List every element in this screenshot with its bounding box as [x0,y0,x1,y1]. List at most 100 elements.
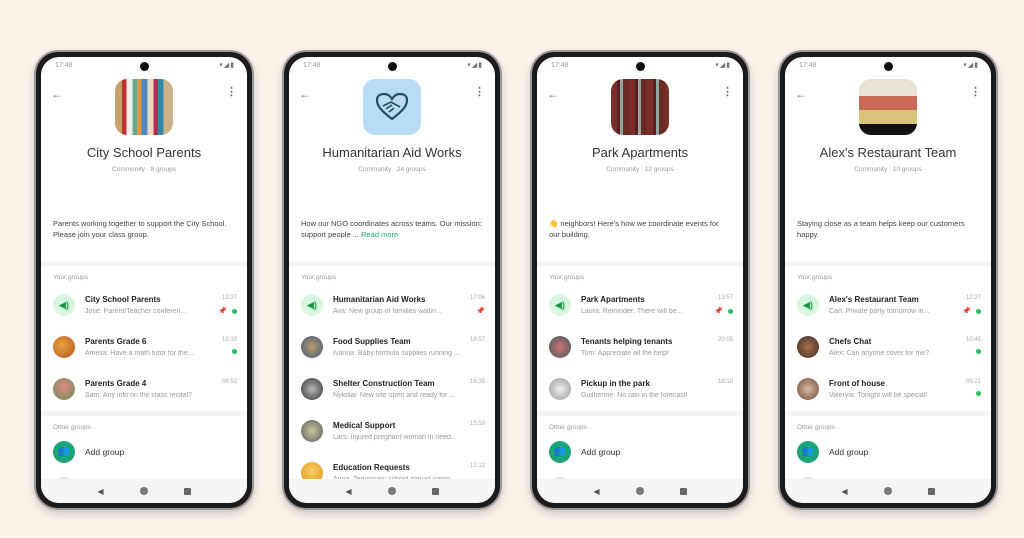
community-subtitle: Community · 8 groups [112,166,176,173]
heart-handshake-icon [375,92,409,121]
phone-alexs-restaurant-team: 17:48 ▾◢▮ ← ⋮ Alex's Restaurant Team Com… [780,52,996,508]
nav-home-icon[interactable] [635,487,644,495]
group-row[interactable]: Shelter Construction Team Nykolai: New s… [289,369,495,411]
add-group-icon: 👥 [549,441,571,463]
add-group-button[interactable]: 👥 Add group [41,435,247,471]
community-header: ← ⋮ City School Parents Community · 8 gr… [41,79,247,219]
community-description: Parents working together to support the … [41,219,247,261]
community-title: Alex's Restaurant Team [819,145,957,160]
status-time: 17:48 [551,62,569,69]
community-photo[interactable] [363,79,421,135]
group-avatar [797,336,819,358]
group-avatar [549,336,571,358]
announcement-icon: ◀) [549,294,571,316]
nav-back-icon[interactable]: ◀ [593,487,599,496]
android-nav-bar: ◀ [289,479,495,503]
community-title: Humanitarian Aid Works [322,145,462,160]
nav-recents-icon[interactable] [431,487,439,495]
nav-home-icon[interactable] [883,487,892,495]
unread-dot [232,308,237,314]
status-bar: 17:48 ▾◢▮ [41,57,247,73]
community-subtitle: Community · 12 groups [606,166,674,173]
group-row[interactable]: Front of house Valeryia: Tonight will be… [785,369,991,411]
camera-cutout [387,62,397,71]
back-arrow-icon[interactable]: ← [795,87,807,101]
group-last-message: Valeryia: Tonight will be special! [829,392,928,399]
more-options-icon[interactable]: ⋮ [226,85,237,98]
group-last-message: José: Parent/Teacher conferen... [85,308,187,315]
android-nav-bar: ◀ [785,479,991,503]
group-last-message: Sam: Any info on the class recital? [85,392,192,399]
other-groups-label: Other groups [549,424,587,431]
signal-battery-icon: ▾◢▮ [467,62,483,69]
group-row[interactable]: ◀) Park Apartments Laura: Reminder: Ther… [537,285,743,327]
group-time: 12:27 [965,295,981,301]
more-options-icon[interactable]: ⋮ [970,85,981,98]
community-subtitle: Community · 10 groups [854,166,922,173]
community-description: Staying close as a team helps keep our c… [785,219,991,261]
group-row[interactable]: Parents Grade 6 Amelia: Have a math tuto… [41,327,247,369]
community-screen: 17:48 ▾◢▮ ← ⋮ Park Apartments Community … [537,57,743,503]
nav-back-icon[interactable]: ◀ [97,487,103,496]
group-last-message: Laura: Reminder: There will be... [581,308,683,315]
group-row[interactable]: ◀) Alex's Restaurant Team Carl: Private … [785,285,991,327]
camera-cutout [139,62,149,71]
phone-city-school-parents: 17:48 ▾◢▮ ← ⋮ City School Parents Commun… [36,52,252,508]
group-row[interactable]: ◀) City School Parents José: Parent/Teac… [41,285,247,327]
group-row[interactable]: ◀) Humanitarian Aid Works Ava: New group… [289,285,495,327]
nav-back-icon[interactable]: ◀ [841,487,847,496]
group-avatar [301,336,323,358]
group-row[interactable]: Tenants helping tenants Tom: Appreciate … [537,327,743,369]
add-group-icon: 👥 [797,441,819,463]
community-header: ← ⋮ Humanitarian Aid Works Community · 2… [289,79,495,219]
group-time: 10:19 [221,337,237,343]
group-time: 10:45 [965,337,981,343]
community-description: 👋 neighbors! Here's how we coordinate ev… [537,219,743,261]
community-description: How our NGO coordinates across teams. Ou… [289,219,495,261]
other-group-label: Add group [581,447,621,457]
your-groups-label: Your groups [797,274,832,281]
back-arrow-icon[interactable]: ← [51,87,63,101]
group-row[interactable]: Chefs Chat Alex: Can anyone cover for me… [785,327,991,369]
nav-recents-icon[interactable] [183,487,191,495]
read-more-link[interactable]: Read more [361,230,398,239]
signal-battery-icon: ▾◢▮ [219,62,235,69]
other-group-label: Add group [829,447,869,457]
nav-recents-icon[interactable] [927,487,935,495]
group-row[interactable]: Medical Support Lars: Injured pregnant w… [289,411,495,453]
phone-humanitarian-aid-works: 17:48 ▾◢▮ ← ⋮ Humanitarian Aid Works Com… [284,52,500,508]
signal-battery-icon: ▾◢▮ [715,62,731,69]
nav-back-icon[interactable]: ◀ [345,487,351,496]
community-title: City School Parents [86,145,202,160]
android-nav-bar: ◀ [41,479,247,503]
android-nav-bar: ◀ [537,479,743,503]
pin-icon: 📌 [218,308,227,315]
group-last-message: Alex: Can anyone cover for me? [829,350,929,357]
more-options-icon[interactable]: ⋮ [474,85,485,98]
group-row[interactable]: Pickup in the park Guilherme: No rain in… [537,369,743,411]
community-photo[interactable] [611,79,669,135]
group-row[interactable]: Parents Grade 4 Sam: Any info on the cla… [41,369,247,411]
status-time: 17:48 [303,62,321,69]
add-group-button[interactable]: 👥 Add group [785,435,991,471]
unread-dot [976,308,981,314]
group-row[interactable]: Food Supplies Team Ivanna: Baby formula … [289,327,495,369]
nav-recents-icon[interactable] [679,487,687,495]
add-group-button[interactable]: 👥 Add group [537,435,743,471]
more-options-icon[interactable]: ⋮ [722,85,733,98]
your-groups-label: Your groups [53,274,88,281]
back-arrow-icon[interactable]: ← [299,87,311,101]
nav-home-icon[interactable] [139,487,148,495]
community-photo[interactable] [859,79,917,135]
community-photo[interactable] [115,79,173,135]
announcement-icon: ◀) [797,294,819,316]
description-text: Parents working together to support the … [53,219,227,239]
community-screen: 17:48 ▾◢▮ ← ⋮ Alex's Restaurant Team Com… [785,57,991,503]
group-avatar [53,336,75,358]
group-avatar [301,420,323,442]
back-arrow-icon[interactable]: ← [547,87,559,101]
group-avatar [797,378,819,400]
group-time: 16:35 [469,379,485,385]
group-time: 17:06 [469,295,485,301]
nav-home-icon[interactable] [387,487,396,495]
